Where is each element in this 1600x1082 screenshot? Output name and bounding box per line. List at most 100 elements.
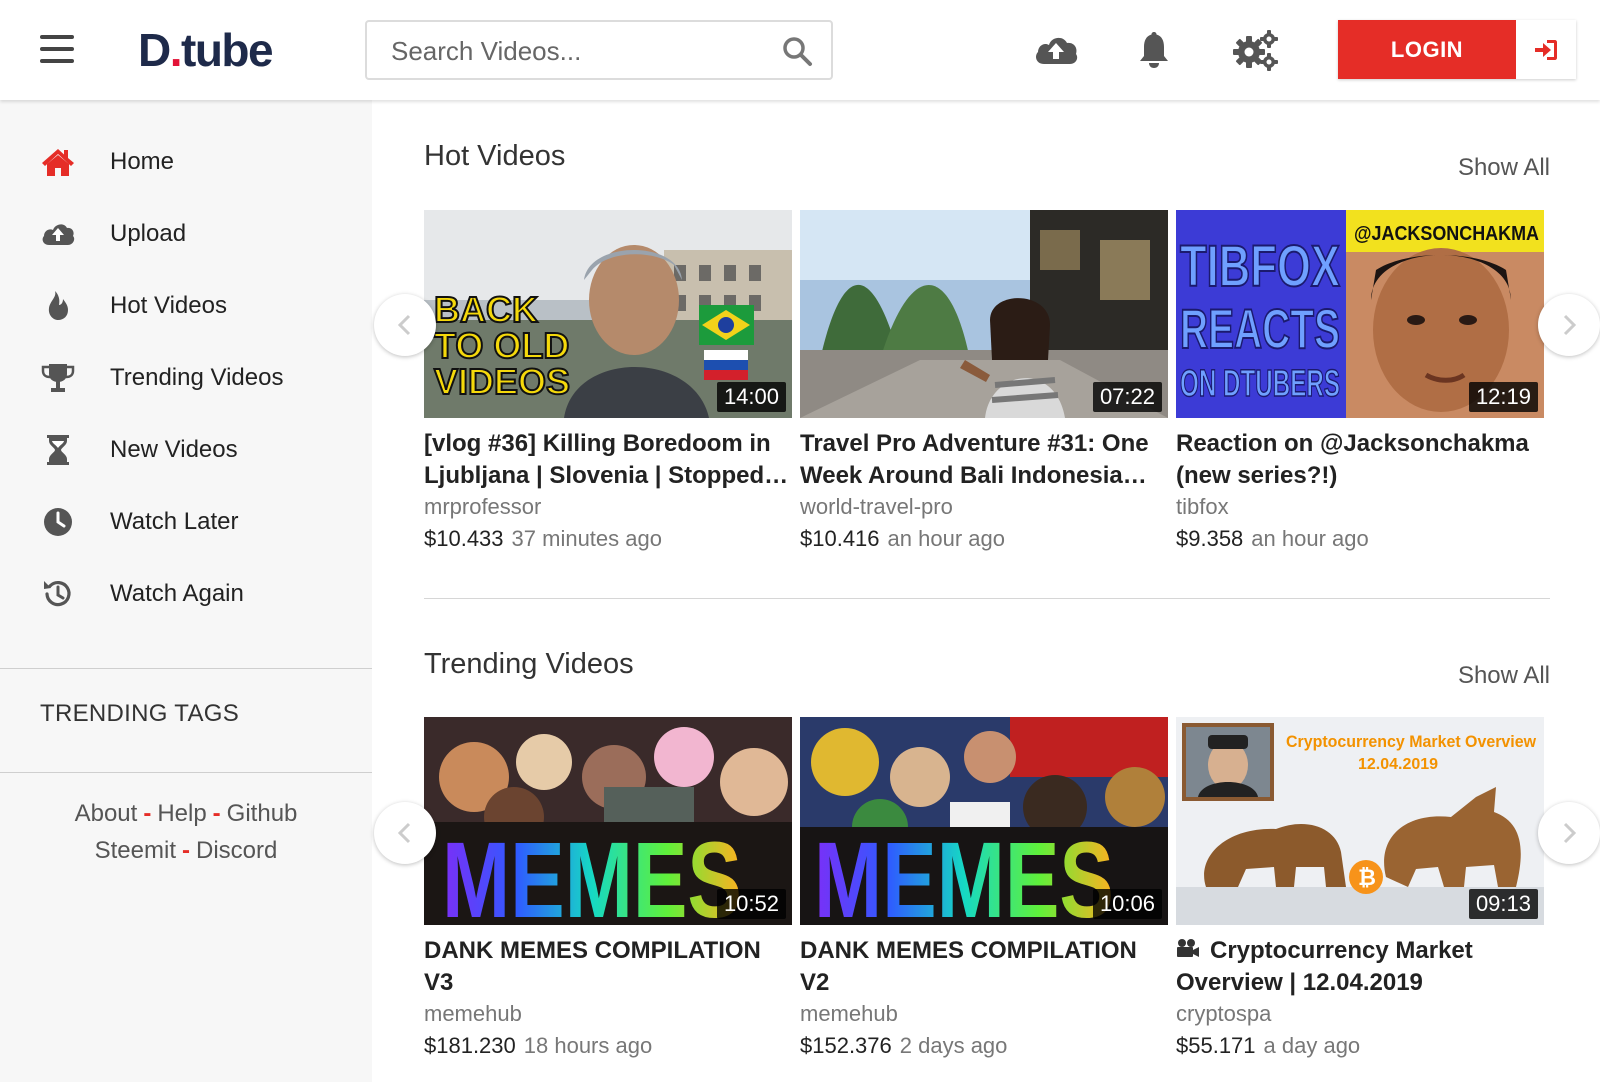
video-author[interactable]: memehub bbox=[800, 1001, 1168, 1027]
video-thumbnail[interactable]: MEMES 10:52 bbox=[424, 717, 792, 925]
carousel-prev-button[interactable] bbox=[374, 802, 436, 864]
bell-icon[interactable] bbox=[1130, 28, 1178, 72]
search-icon[interactable] bbox=[781, 35, 813, 67]
video-meta: $181.230 18 hours ago bbox=[424, 1033, 792, 1059]
video-card[interactable]: 07:22 Travel Pro Adventure #31: One Week… bbox=[800, 210, 1168, 552]
help-link[interactable]: Help bbox=[157, 800, 206, 827]
video-meta: $55.171 a day ago bbox=[1176, 1033, 1544, 1059]
movie-camera-icon bbox=[1177, 939, 1199, 957]
hourglass-icon bbox=[47, 435, 69, 465]
cloud-upload-icon[interactable] bbox=[1032, 28, 1080, 72]
login-button[interactable]: LOGIN bbox=[1338, 20, 1516, 79]
login-group: LOGIN bbox=[1338, 20, 1576, 79]
trophy-icon bbox=[41, 364, 75, 392]
video-title[interactable]: Cryptocurrency Market Overview | 12.04.2… bbox=[1176, 935, 1544, 999]
sidebar-item-watch-later[interactable]: Watch Later bbox=[0, 492, 372, 552]
video-thumbnail[interactable]: @JACKSONCHAKMA TIBFOX REACTS ON DTUBERS … bbox=[1176, 210, 1544, 418]
video-card[interactable]: MEMES 10:52 DANK MEMES COMPILATION V3 me… bbox=[424, 717, 792, 1059]
github-link[interactable]: Github bbox=[227, 800, 298, 827]
trending-tags-heading: TRENDING TAGS bbox=[40, 700, 240, 727]
video-price: $10.433 bbox=[424, 526, 504, 551]
video-duration: 07:22 bbox=[1092, 382, 1162, 412]
video-price: $55.171 bbox=[1176, 1033, 1256, 1058]
thumbnail-text: 12.04.2019 bbox=[1358, 756, 1438, 773]
video-thumbnail[interactable]: 07:22 bbox=[800, 210, 1168, 418]
video-author[interactable]: mrprofessor bbox=[424, 494, 792, 520]
video-author[interactable]: world-travel-pro bbox=[800, 494, 1168, 520]
thumbnail-text: BACK bbox=[434, 289, 538, 330]
thumbnail-text: MEMES bbox=[814, 819, 1114, 925]
gears-icon[interactable] bbox=[1232, 28, 1280, 72]
video-title[interactable]: [vlog #36] Killing Boredoom in Ljubljana… bbox=[424, 428, 792, 492]
video-title[interactable]: DANK MEMES COMPILATION V2 bbox=[800, 935, 1168, 999]
video-title[interactable]: Travel Pro Adventure #31: One Week Aroun… bbox=[800, 428, 1168, 492]
thumbnail-text: ON DTUBERS bbox=[1180, 363, 1340, 405]
video-meta: $10.416 an hour ago bbox=[800, 526, 1168, 552]
video-meta: $9.358 an hour ago bbox=[1176, 526, 1544, 552]
video-duration: 10:06 bbox=[1092, 889, 1162, 919]
sidebar-item-hot-videos[interactable]: Hot Videos bbox=[0, 276, 372, 336]
sidebar-item-watch-again[interactable]: Watch Again bbox=[0, 564, 372, 624]
video-card[interactable]: @JACKSONCHAKMA TIBFOX REACTS ON DTUBERS … bbox=[1176, 210, 1544, 552]
sidebar-divider bbox=[0, 668, 372, 669]
video-author[interactable]: cryptospa bbox=[1176, 1001, 1544, 1027]
chevron-right-icon bbox=[1563, 314, 1577, 336]
search-input[interactable] bbox=[391, 34, 771, 68]
sidebar-item-label: Watch Again bbox=[110, 580, 244, 607]
thumbnail-text: MEMES bbox=[442, 819, 742, 925]
fire-icon bbox=[48, 291, 68, 320]
logo-tube: tube bbox=[181, 24, 274, 76]
show-all-trending-button[interactable]: Show All bbox=[1458, 662, 1550, 690]
sidebar-item-upload[interactable]: Upload bbox=[0, 204, 372, 264]
video-thumbnail[interactable]: BACK TO OLD VIDEOS 14:00 bbox=[424, 210, 792, 418]
about-link[interactable]: About bbox=[75, 800, 138, 827]
video-duration: 12:19 bbox=[1468, 382, 1538, 412]
sidebar-item-label: Hot Videos bbox=[110, 292, 227, 319]
sidebar-item-label: New Videos bbox=[110, 436, 238, 463]
chevron-left-icon bbox=[397, 822, 411, 844]
thumbnail-text: Cryptocurrency Market Overview bbox=[1286, 732, 1537, 751]
steemit-link[interactable]: Steemit bbox=[95, 837, 176, 864]
video-author[interactable]: tibfox bbox=[1176, 494, 1544, 520]
video-thumbnail[interactable]: Cryptocurrency Market Overview 12.04.201… bbox=[1176, 717, 1544, 925]
history-icon bbox=[44, 580, 71, 607]
video-time: an hour ago bbox=[887, 526, 1005, 551]
video-title[interactable]: Reaction on @Jacksonchakma (new series?!… bbox=[1176, 428, 1544, 492]
show-all-hot-button[interactable]: Show All bbox=[1458, 154, 1550, 182]
sidebar-item-new-videos[interactable]: New Videos bbox=[0, 420, 372, 480]
video-price: $152.376 bbox=[800, 1033, 892, 1058]
logo-d: D bbox=[138, 24, 171, 76]
thumbnail-text: TO OLD bbox=[434, 325, 569, 366]
cloud-upload-icon bbox=[42, 224, 75, 245]
menu-icon[interactable] bbox=[40, 35, 74, 65]
carousel-next-button[interactable] bbox=[1538, 294, 1600, 356]
separator: - bbox=[143, 800, 152, 827]
home-icon bbox=[42, 149, 74, 176]
sidebar: Home Upload Hot Videos Trending Videos N… bbox=[0, 100, 372, 1082]
video-time: 18 hours ago bbox=[523, 1033, 653, 1058]
carousel-next-button[interactable] bbox=[1538, 802, 1600, 864]
carousel-prev-button[interactable] bbox=[374, 294, 436, 356]
top-header: D.tube LOGIN bbox=[0, 0, 1600, 100]
sign-in-icon[interactable] bbox=[1516, 20, 1576, 79]
video-author[interactable]: memehub bbox=[424, 1001, 792, 1027]
video-duration: 09:13 bbox=[1468, 889, 1538, 919]
thumbnail-tag: @JACKSONCHAKMA bbox=[1354, 223, 1539, 245]
separator: - bbox=[212, 800, 221, 827]
discord-link[interactable]: Discord bbox=[196, 837, 277, 864]
sidebar-item-label: Watch Later bbox=[110, 508, 239, 535]
video-meta: $152.376 2 days ago bbox=[800, 1033, 1168, 1059]
separator: - bbox=[182, 837, 190, 864]
clock-icon bbox=[44, 508, 72, 536]
video-card[interactable]: Cryptocurrency Market Overview 12.04.201… bbox=[1176, 717, 1544, 1059]
dtube-logo[interactable]: D. tube bbox=[138, 22, 274, 78]
video-card[interactable]: MEMES 10:06 DANK MEMES COMPILATION V2 me… bbox=[800, 717, 1168, 1059]
footer-links: About - Help - Github Steemit - Discord bbox=[0, 795, 372, 869]
video-card[interactable]: BACK TO OLD VIDEOS 14:00 [vlog #36] Kill… bbox=[424, 210, 792, 552]
video-title[interactable]: DANK MEMES COMPILATION V3 bbox=[424, 935, 792, 999]
video-price: $10.416 bbox=[800, 526, 880, 551]
sidebar-divider bbox=[0, 772, 372, 773]
sidebar-item-trending-videos[interactable]: Trending Videos bbox=[0, 348, 372, 408]
video-thumbnail[interactable]: MEMES 10:06 bbox=[800, 717, 1168, 925]
sidebar-item-home[interactable]: Home bbox=[0, 132, 372, 192]
